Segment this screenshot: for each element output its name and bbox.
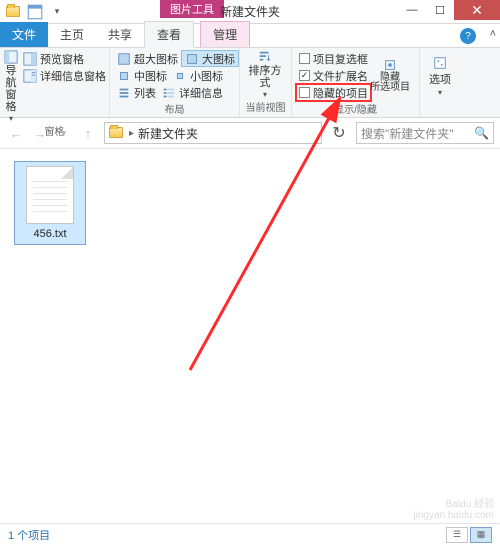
breadcrumb-location[interactable]: 新建文件夹 (138, 125, 198, 142)
folder-icon (4, 3, 22, 21)
properties-icon[interactable] (26, 3, 44, 21)
file-ext-toggle[interactable]: ✓文件扩展名 (296, 67, 371, 84)
text-file-icon (26, 166, 74, 224)
view-toggles: ☰ ▦ (446, 527, 492, 543)
quick-access-toolbar: ▾ (0, 3, 66, 21)
file-item[interactable]: 456.txt (14, 161, 86, 245)
search-icon: 🔍 (474, 126, 489, 140)
watermark: Baidu 经验 jingyan.baidu.com (413, 499, 494, 521)
checkbox-icon (299, 53, 310, 64)
checkbox-icon (299, 87, 310, 98)
icons-view-toggle[interactable]: ▦ (470, 527, 492, 543)
tab-file[interactable]: 文件 (0, 22, 48, 47)
layout-list[interactable]: 列表 (114, 84, 159, 101)
group-label-current-view: 当前视图 (244, 99, 287, 115)
ribbon-group-current-view: 排序方式 ▾ 当前视图 (240, 48, 292, 117)
tab-home[interactable]: 主页 (48, 22, 96, 47)
tab-view[interactable]: 查看 (144, 21, 194, 48)
address-bar[interactable]: ▸ 新建文件夹 (104, 122, 322, 144)
group-label-show-hide: 显示/隐藏 (296, 101, 415, 117)
nav-pane-icon (4, 50, 18, 64)
options-icon (433, 56, 447, 70)
layout-small[interactable]: 小图标 (170, 67, 226, 84)
preview-pane-button[interactable]: 预览窗格 (20, 50, 109, 67)
status-bar: 1 个项目 ☰ ▦ (0, 523, 500, 545)
options-button[interactable]: 选项 ▾ (424, 50, 456, 103)
search-placeholder: 搜索"新建文件夹" (361, 125, 454, 142)
nav-buttons: ← → ▾ ↑ (6, 123, 98, 143)
tab-manage[interactable]: 管理 (200, 21, 250, 47)
file-view[interactable]: 456.txt (0, 148, 500, 518)
address-row: ← → ▾ ↑ ▸ 新建文件夹 ↻ 搜索"新建文件夹" 🔍 (0, 118, 500, 148)
nav-pane-button[interactable]: 导航窗格 ▾ (4, 50, 18, 123)
ribbon-group-show-hide: 项目复选框 ✓文件扩展名 隐藏的项目 隐藏 所选项目 显示/隐藏 (292, 48, 420, 117)
layout-details[interactable]: 详细信息 (159, 84, 226, 101)
details-pane-button[interactable]: 详细信息窗格 (20, 67, 109, 84)
ribbon-group-options: 选项 ▾ (420, 48, 460, 117)
sort-icon (258, 50, 272, 64)
ribbon-tabs: 文件 主页 共享 查看 管理 ? ˄ (0, 24, 500, 48)
sort-by-button[interactable]: 排序方式 ▾ (244, 50, 286, 99)
tab-share[interactable]: 共享 (96, 22, 144, 47)
close-button[interactable]: ✕ (454, 0, 500, 20)
hide-selected-button[interactable]: 隐藏 所选项目 (373, 50, 407, 101)
file-name-label: 456.txt (33, 228, 66, 240)
refresh-button[interactable]: ↻ (328, 122, 350, 144)
window-controls: — ☐ ✕ (398, 0, 500, 20)
hidden-items-toggle[interactable]: 隐藏的项目 (296, 84, 371, 101)
up-button[interactable]: ↑ (78, 123, 98, 143)
status-count: 1 个项目 (8, 527, 50, 543)
history-dropdown[interactable]: ▾ (54, 123, 74, 143)
details-view-toggle[interactable]: ☰ (446, 527, 468, 543)
forward-button[interactable]: → (30, 123, 50, 143)
item-checkboxes-toggle[interactable]: 项目复选框 (296, 50, 371, 67)
group-label-layout: 布局 (114, 101, 235, 117)
checkbox-checked-icon: ✓ (299, 70, 310, 81)
collapse-ribbon-icon[interactable]: ˄ (490, 28, 496, 40)
preview-pane-icon (23, 52, 37, 66)
layout-medium[interactable]: 中图标 (114, 67, 170, 84)
back-button[interactable]: ← (6, 123, 26, 143)
ribbon: 导航窗格 ▾ 预览窗格 详细信息窗格 窗格 超大图标 大图标 (0, 48, 500, 118)
minimize-button[interactable]: — (398, 0, 426, 20)
layout-extra-large[interactable]: 超大图标 (114, 50, 181, 67)
help-button[interactable]: ? (460, 28, 476, 44)
ribbon-group-panes: 导航窗格 ▾ 预览窗格 详细信息窗格 窗格 (0, 48, 110, 117)
chevron-right-icon: ▸ (129, 128, 134, 139)
search-input[interactable]: 搜索"新建文件夹" 🔍 (356, 122, 494, 144)
folder-icon (109, 127, 125, 140)
ribbon-group-layout: 超大图标 大图标 中图标 小图标 列表 详细信息 布局 (110, 48, 240, 117)
details-pane-icon (23, 69, 37, 83)
layout-large[interactable]: 大图标 (181, 50, 239, 67)
window-title: 新建文件夹 (220, 3, 280, 20)
maximize-button[interactable]: ☐ (426, 0, 454, 20)
qat-dropdown-icon[interactable]: ▾ (48, 3, 66, 21)
contextual-tab-header: 图片工具 (160, 0, 224, 18)
nav-pane-label: 导航窗格 (4, 65, 18, 113)
hide-icon (383, 58, 397, 72)
